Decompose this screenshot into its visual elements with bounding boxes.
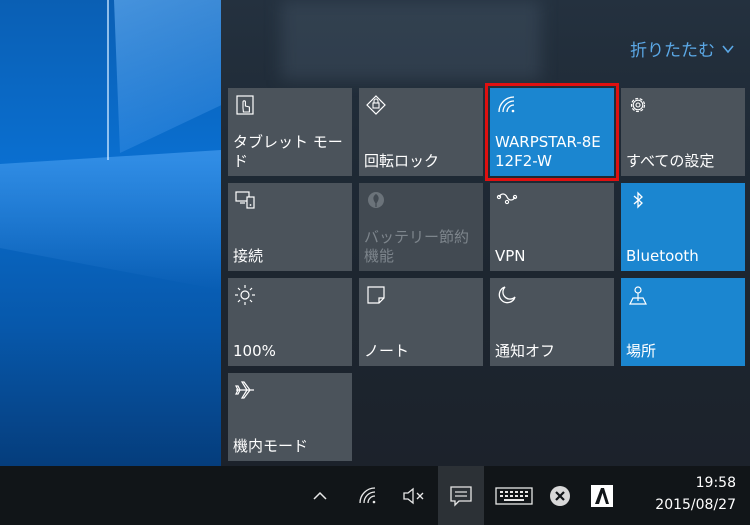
panel-background-blur xyxy=(281,0,541,80)
quiet-hours-icon xyxy=(498,286,516,304)
tile-label: VPN xyxy=(495,247,526,265)
wallpaper-light-beam xyxy=(114,0,221,153)
screen: 折りたたむ タブレット モード 回転ロック WARPSTAR-8E 12F2-W… xyxy=(0,0,750,525)
tile-connect[interactable]: 接続 xyxy=(228,183,352,271)
clock-date: 2015/08/27 xyxy=(655,497,736,513)
tile-label: 機内モード xyxy=(233,437,309,455)
tile-rotation-lock[interactable]: 回転ロック xyxy=(359,88,483,176)
tile-quiet-hours[interactable]: 通知オフ xyxy=(490,278,614,366)
tile-label: 接続 xyxy=(233,247,264,265)
vpn-icon xyxy=(496,193,518,205)
tile-label: すべての設定 xyxy=(626,152,715,170)
action-center-icon xyxy=(450,485,472,507)
tile-vpn[interactable]: VPN xyxy=(490,183,614,271)
tile-label: ノート xyxy=(364,342,410,360)
collapse-label: 折りたたむ xyxy=(630,41,715,61)
touch-keyboard-button[interactable] xyxy=(490,466,538,525)
wallpaper-light-glow xyxy=(0,150,221,290)
tile-label: WARPSTAR-8E 12F2-W xyxy=(495,133,601,170)
wifi-icon xyxy=(498,96,515,113)
wifi-icon xyxy=(359,486,376,503)
show-hidden-icons-button[interactable] xyxy=(305,466,335,525)
tile-wifi-network[interactable]: WARPSTAR-8E 12F2-W xyxy=(485,83,619,181)
airplane-icon xyxy=(235,381,254,399)
tile-all-settings[interactable]: すべての設定 xyxy=(621,88,745,176)
bluetooth-icon xyxy=(633,191,643,209)
taskbar: 19:58 2015/08/27 xyxy=(0,466,750,525)
wallpaper-light-edge xyxy=(107,0,109,160)
note-icon xyxy=(367,286,385,304)
battery-saver-icon xyxy=(368,192,384,208)
tile-label: タブレット モード xyxy=(233,133,343,170)
chevron-up-icon xyxy=(313,491,327,500)
network-tray-button[interactable] xyxy=(350,466,386,525)
rotation-lock-icon xyxy=(366,95,386,115)
tile-label: 回転ロック xyxy=(364,152,440,170)
speaker-muted-icon xyxy=(403,487,424,504)
tile-tablet-mode[interactable]: タブレット モード xyxy=(228,88,352,176)
gear-icon xyxy=(630,97,646,113)
taskbar-clock[interactable]: 19:58 2015/08/27 xyxy=(655,472,736,516)
tile-location[interactable]: 場所 xyxy=(621,278,745,366)
tile-note[interactable]: ノート xyxy=(359,278,483,366)
volume-tray-button[interactable] xyxy=(396,466,432,525)
connect-icon xyxy=(235,191,255,209)
tile-label: バッテリー節約機能 xyxy=(364,228,470,265)
font-a-icon xyxy=(591,484,613,507)
font-app-button[interactable] xyxy=(584,466,620,525)
tile-airplane-mode[interactable]: 機内モード xyxy=(228,373,352,461)
tile-bluetooth[interactable]: Bluetooth xyxy=(621,183,745,271)
close-tray-button[interactable] xyxy=(544,466,576,525)
chevron-down-icon xyxy=(722,44,734,53)
tile-brightness[interactable]: 100% xyxy=(228,278,352,366)
keyboard-icon xyxy=(495,486,533,505)
quick-actions-grid: タブレット モード 回転ロック WARPSTAR-8E 12F2-W すべての設… xyxy=(228,83,745,461)
close-circle-icon xyxy=(550,485,570,506)
tile-label: 場所 xyxy=(626,342,657,360)
action-center-button[interactable] xyxy=(438,466,484,525)
clock-time: 19:58 xyxy=(695,475,736,491)
tile-battery-saver[interactable]: バッテリー節約機能 xyxy=(359,183,483,271)
location-icon xyxy=(629,286,647,305)
tile-label: 100% xyxy=(233,342,276,360)
action-center-panel: 折りたたむ タブレット モード 回転ロック WARPSTAR-8E 12F2-W… xyxy=(221,0,750,466)
tile-label: Bluetooth xyxy=(626,247,699,265)
tablet-mode-icon xyxy=(236,95,254,115)
tile-label: 通知オフ xyxy=(495,342,556,360)
desktop-wallpaper[interactable] xyxy=(0,0,221,466)
brightness-icon xyxy=(235,285,255,305)
collapse-button[interactable]: 折りたたむ xyxy=(630,36,735,61)
